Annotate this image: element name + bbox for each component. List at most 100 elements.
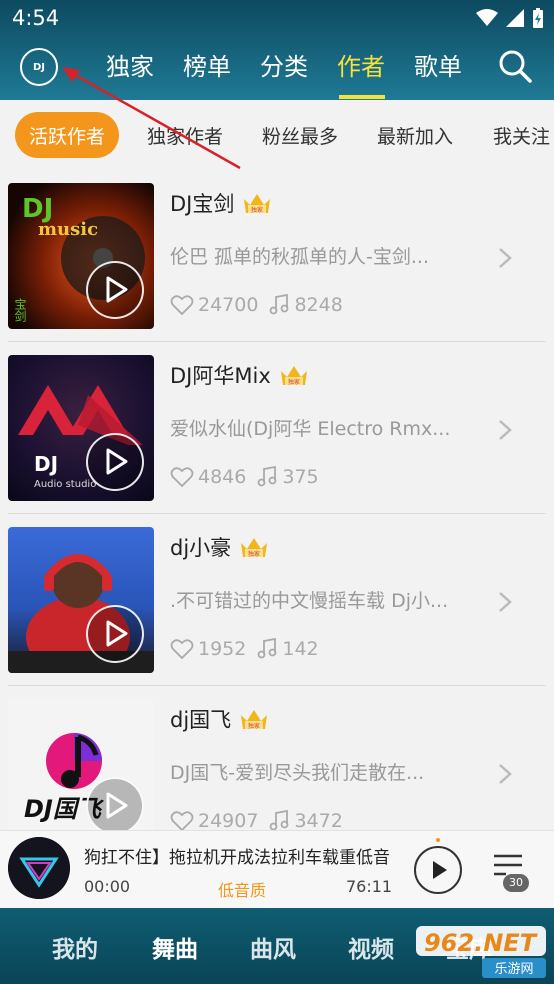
music-note-icon	[270, 294, 289, 315]
wifi-icon	[476, 9, 498, 26]
crown-icon: 独家	[241, 710, 268, 730]
play-button[interactable]	[86, 777, 144, 835]
watermark-logo: 962.NET 乐游网	[416, 926, 546, 978]
list-item[interactable]: DJ music 宝剑 DJ宝剑 独家 伦巴 孤单的秋孤单的人-宝剑... 24…	[0, 170, 554, 342]
status-bar: 4:54	[0, 0, 554, 36]
songs-stat: 375	[256, 466, 319, 488]
nav-dance[interactable]: 舞曲	[152, 930, 198, 964]
player-quality-toggle[interactable]: 低音质	[218, 877, 266, 901]
tab-exclusive[interactable]: 独家	[106, 47, 154, 82]
artist-name: dj国飞	[170, 708, 232, 732]
list-item[interactable]: dj小豪 独家 .不可错过的中文慢摇车载 Dj小... 1952 142	[0, 514, 554, 686]
battery-icon	[533, 8, 543, 28]
player-play-button[interactable]	[414, 846, 462, 894]
likes-stat: 24700	[170, 294, 258, 316]
likes-count: 1952	[198, 638, 247, 660]
exclusive-badge-text: 独家	[288, 378, 300, 386]
crown-icon: 独家	[244, 194, 271, 214]
app-logo-button[interactable]: DJ	[20, 48, 58, 86]
crown-icon: 独家	[241, 538, 268, 558]
player-cover-art	[8, 837, 70, 899]
play-button[interactable]	[86, 433, 144, 491]
songs-stat: 3472	[268, 810, 343, 832]
active-tab-indicator	[339, 95, 385, 99]
chevron-right-icon[interactable]	[497, 590, 513, 614]
heart-icon	[170, 811, 194, 832]
chip-newest[interactable]: 最新加入	[377, 112, 453, 158]
artist-latest-track: DJ国飞-爱到尽头我们走散在...	[170, 762, 425, 784]
play-icon	[106, 448, 128, 475]
play-button[interactable]	[86, 605, 144, 663]
player-track-title: 狗扛不住】拖拉机开成法拉利车载重低音	[84, 848, 390, 868]
play-button[interactable]	[86, 261, 144, 319]
exclusive-badge-text: 独家	[251, 206, 263, 214]
status-icons	[476, 8, 544, 28]
chip-exclusive-authors[interactable]: 独家作者	[147, 112, 223, 158]
cover-image: DJ国飞	[8, 699, 154, 845]
chevron-right-icon[interactable]	[497, 246, 513, 270]
nav-genre[interactable]: 曲风	[250, 930, 296, 964]
tab-category[interactable]: 分类	[260, 47, 308, 82]
nav-video[interactable]: 视频	[348, 930, 394, 964]
cover-text-studio: Audio studio	[34, 479, 96, 490]
songs-count: 375	[282, 466, 319, 488]
artist-name-row: dj国飞 独家	[170, 704, 269, 734]
chip-following[interactable]: 我关注	[493, 112, 550, 158]
artist-stats: 24700 8248	[170, 294, 353, 316]
cover-text-music: music	[38, 219, 98, 240]
player-total-time: 76:11	[346, 877, 393, 896]
watermark-sub: 乐游网	[494, 962, 533, 977]
heart-icon	[170, 295, 194, 316]
search-icon[interactable]	[498, 49, 532, 83]
tab-playlist[interactable]: 歌单	[414, 47, 462, 82]
chevron-right-icon[interactable]	[497, 418, 513, 442]
heart-icon	[170, 467, 194, 488]
artist-latest-track: .不可错过的中文慢摇车载 Dj小...	[170, 590, 449, 612]
songs-count: 3472	[294, 810, 343, 832]
artist-stats: 4846 375	[170, 466, 329, 488]
artist-stats: 1952 142	[170, 638, 329, 660]
likes-stat: 24907	[170, 810, 258, 832]
songs-count: 8248	[294, 294, 343, 316]
player-cover-image[interactable]	[8, 837, 70, 899]
watermark-brand: 962.NET	[424, 929, 538, 957]
music-note-icon	[257, 466, 277, 487]
likes-count: 24700	[198, 294, 259, 316]
site-watermark: 962.NET 乐游网	[414, 924, 550, 980]
tab-author[interactable]: 作者	[337, 47, 385, 82]
music-note-icon	[257, 638, 277, 659]
artist-latest-track: 伦巴 孤单的秋孤单的人-宝剑...	[170, 246, 430, 268]
heart-icon	[170, 639, 194, 660]
chevron-right-icon[interactable]	[497, 762, 513, 786]
music-note-icon	[270, 810, 289, 831]
status-time: 4:54	[12, 6, 60, 30]
play-icon	[106, 792, 128, 819]
likes-count: 4846	[198, 466, 247, 488]
mini-player[interactable]: 狗扛不住】拖拉机开成法拉利车载重低音 00:00 低音质 76:11 30	[0, 830, 554, 908]
cover-image: DJ music 宝剑	[8, 183, 154, 329]
songs-stat: 8248	[268, 294, 343, 316]
chip-active-authors[interactable]: 活跃作者	[15, 112, 120, 158]
crown-icon: 独家	[280, 366, 307, 386]
list-item[interactable]: DJ Audio studio DJ阿华Mix 独家 爱似水仙(Dj阿华 Ele…	[0, 342, 554, 514]
progress-dot	[436, 838, 440, 842]
artist-latest-track: 爱似水仙(Dj阿华 Electro Rmx...	[170, 418, 451, 440]
artist-name: DJ宝剑	[170, 192, 235, 216]
filter-chips: 活跃作者 独家作者 粉丝最多 最新加入 我关注	[0, 112, 554, 158]
artist-name-row: DJ宝剑 独家	[170, 188, 272, 218]
artist-name-row: DJ阿华Mix 独家	[170, 360, 309, 390]
play-icon	[433, 861, 447, 879]
player-current-time: 00:00	[84, 877, 131, 896]
signal-icon	[506, 9, 524, 27]
chip-most-fans[interactable]: 粉丝最多	[262, 112, 338, 158]
cover-image	[8, 527, 154, 673]
exclusive-badge-text: 独家	[248, 550, 260, 558]
nav-mine[interactable]: 我的	[52, 930, 98, 964]
artist-name: DJ阿华Mix	[170, 364, 271, 388]
likes-count: 24907	[198, 810, 259, 832]
cover-text-name: 宝剑	[13, 298, 27, 322]
cover-image: DJ Audio studio	[8, 355, 154, 501]
tab-charts[interactable]: 榜单	[183, 47, 231, 82]
artist-name-row: dj小豪 独家	[170, 532, 269, 562]
songs-count: 142	[282, 638, 319, 660]
